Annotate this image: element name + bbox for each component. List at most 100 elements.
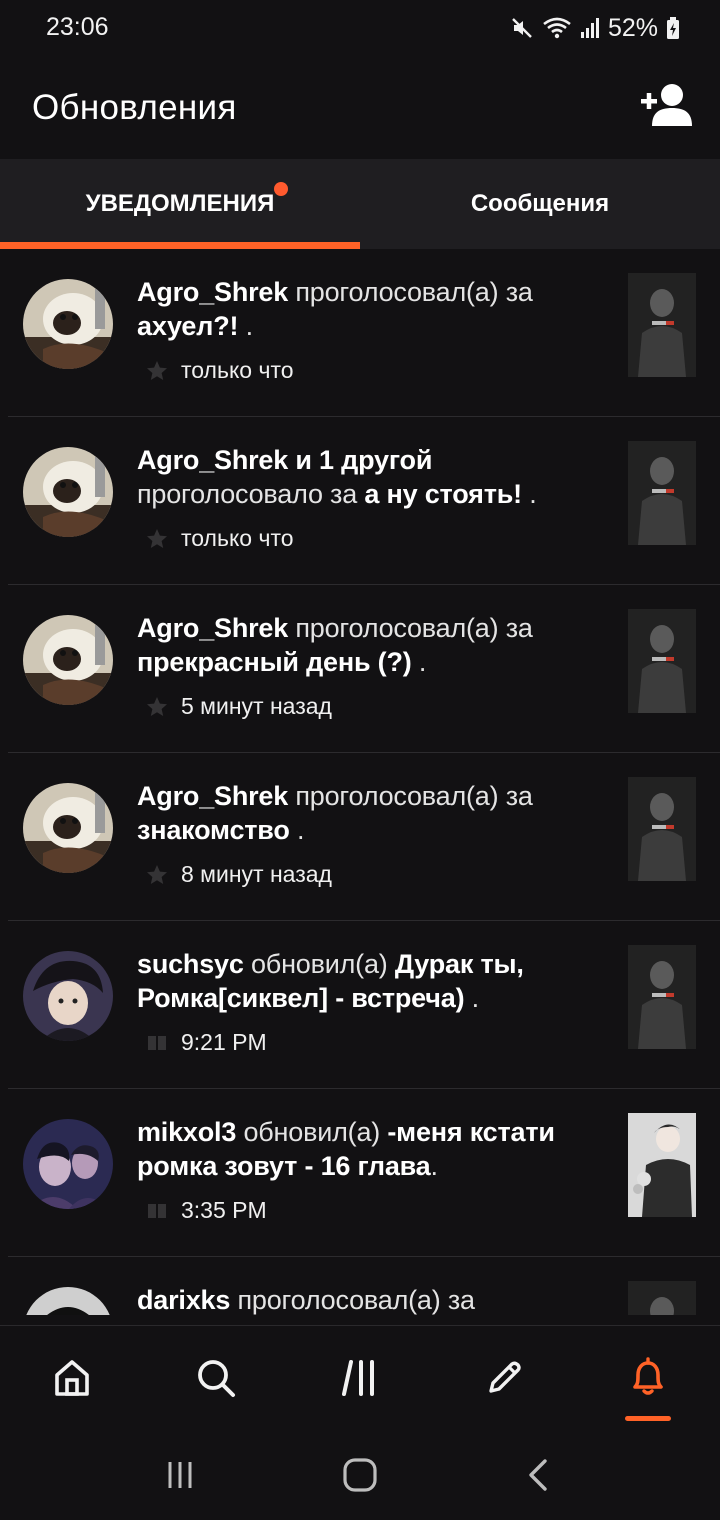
notification-text: mikxol3 обновил(а) -меня кстати ромка зо… [137,1115,607,1183]
nav-home[interactable] [0,1326,144,1429]
nav-search[interactable] [144,1326,288,1429]
notification-item[interactable]: suchsyc обновил(а) Дурак ты, Ромка[сикве… [0,921,720,1089]
user-avatar[interactable] [23,783,113,873]
notification-action: обновил(а) [243,1117,381,1147]
tab-notifications-label: УВЕДОМЛЕНИЯ [85,190,275,217]
notification-item[interactable]: Agro_Shrek проголосовал(а) за знакомство… [0,753,720,921]
notification-suffix: . [289,815,305,845]
notification-suffix: . [238,311,254,341]
write-icon [483,1357,525,1399]
user-avatar[interactable] [23,447,113,537]
star-icon [145,359,169,383]
notification-text: suchsyc обновил(а) Дурак ты, Ромка[сикве… [137,947,607,1015]
tab-notifications[interactable]: УВЕДОМЛЕНИЯ [0,159,360,249]
notification-item[interactable]: Agro_Shrek проголосовал(а) за ахуел?! . т… [0,249,720,417]
notification-username[interactable]: Agro_Shrek и 1 другой [137,445,432,475]
battery-charging-icon [666,16,680,40]
star-icon [145,527,169,551]
notification-username[interactable]: suchsyc [137,949,244,979]
notification-list: Agro_Shrek проголосовал(а) за ахуел?! . т… [0,249,720,1315]
notification-meta: 9:21 PM [145,1029,267,1056]
active-tab-indicator [0,242,360,249]
notification-story-title[interactable]: знакомство [137,815,290,845]
status-icons: 52% [510,12,680,44]
wifi-icon [542,16,572,40]
notification-time: 3:35 PM [181,1197,267,1223]
notification-time: только что [181,525,294,551]
notification-item[interactable]: Agro_Shrek проголосовал(а) за прекрасный… [0,585,720,753]
user-avatar[interactable] [23,1119,113,1209]
tab-bar: УВЕДОМЛЕНИЯ Сообщения [0,159,720,249]
story-cover-thumbnail[interactable] [628,609,696,713]
notification-suffix: . [430,1151,439,1181]
notification-action: проголосовал(а) за [295,277,533,307]
notification-time: 9:21 PM [181,1029,267,1055]
notification-text: Agro_Shrek проголосовал(а) за знакомство… [137,779,607,847]
notification-username[interactable]: Agro_Shrek [137,781,288,811]
notification-item[interactable]: mikxol3 обновил(а) -меня кстати ромка зо… [0,1089,720,1257]
star-icon [145,695,169,719]
notification-story-title[interactable]: прекрасный день (?) [137,647,412,677]
notification-meta: 3:35 PM [145,1197,267,1224]
tab-messages-label: Сообщения [470,190,610,217]
page-title: Обновления [32,88,237,127]
notification-suffix: . [464,983,480,1013]
notification-username[interactable]: mikxol3 [137,1117,236,1147]
notification-meta: 5 минут назад [145,693,332,720]
tab-messages[interactable]: Сообщения [360,159,720,249]
notification-time: 5 минут назад [181,693,332,719]
story-cover-thumbnail[interactable] [628,441,696,545]
home-icon [51,1357,93,1399]
bottom-navigation [0,1325,720,1429]
notification-text: Agro_Shrek и 1 другой проголосовало за а… [137,443,607,511]
mute-icon [510,16,534,40]
notification-text: Agro_Shrek проголосовал(а) за прекрасный… [137,611,607,679]
nav-library[interactable] [288,1326,432,1429]
signal-icon [580,16,600,40]
notification-suffix: . [521,479,537,509]
notification-time: только что [181,357,294,383]
user-avatar[interactable] [23,1287,113,1315]
library-icon [339,1357,381,1399]
notification-username[interactable]: Agro_Shrek [137,277,288,307]
back-icon[interactable] [510,1445,570,1505]
notification-story-title[interactable]: а ну стоять! [364,479,522,509]
notification-meta: 8 минут назад [145,861,332,888]
story-cover-thumbnail[interactable] [628,945,696,1049]
story-cover-thumbnail[interactable] [628,1281,696,1315]
user-avatar[interactable] [23,615,113,705]
star-icon [145,863,169,887]
search-icon [195,1357,237,1399]
home-circle-icon[interactable] [330,1445,390,1505]
story-cover-thumbnail[interactable] [628,1113,696,1217]
notifications-bell-icon [626,1356,670,1400]
notification-action: проголосовало за [137,479,358,509]
nav-notifications[interactable] [576,1326,720,1429]
story-cover-thumbnail[interactable] [628,777,696,881]
system-navigation-bar [0,1429,720,1520]
notification-action: проголосовал(а) за [295,613,533,643]
notification-action: проголосовал(а) за [295,781,533,811]
notification-text: darixks проголосовал(а) за [137,1283,607,1315]
recents-icon[interactable] [150,1445,210,1505]
notification-time: 8 минут назад [181,861,332,887]
notification-username[interactable]: Agro_Shrek [137,613,288,643]
user-avatar[interactable] [23,279,113,369]
notification-username[interactable]: darixks [137,1285,230,1315]
notification-item[interactable]: Agro_Shrek и 1 другой проголосовало за а… [0,417,720,585]
book-icon [145,1199,169,1223]
notification-action: проголосовал(а) за [237,1285,475,1315]
notification-meta: только что [145,525,294,552]
active-nav-indicator [625,1416,671,1421]
user-avatar[interactable] [23,951,113,1041]
notification-action: обновил(а) [250,949,388,979]
story-cover-thumbnail[interactable] [628,273,696,377]
notification-story-title[interactable]: ахуел?! [137,311,238,341]
notification-item[interactable]: darixks проголосовал(а) за [0,1257,720,1315]
status-bar: 23:06 52% [0,0,720,58]
notification-suffix: . [411,647,427,677]
add-friend-icon[interactable] [640,82,692,128]
nav-write[interactable] [432,1326,576,1429]
app-header: Обновления [0,58,720,159]
battery-text: 52% [607,13,658,42]
